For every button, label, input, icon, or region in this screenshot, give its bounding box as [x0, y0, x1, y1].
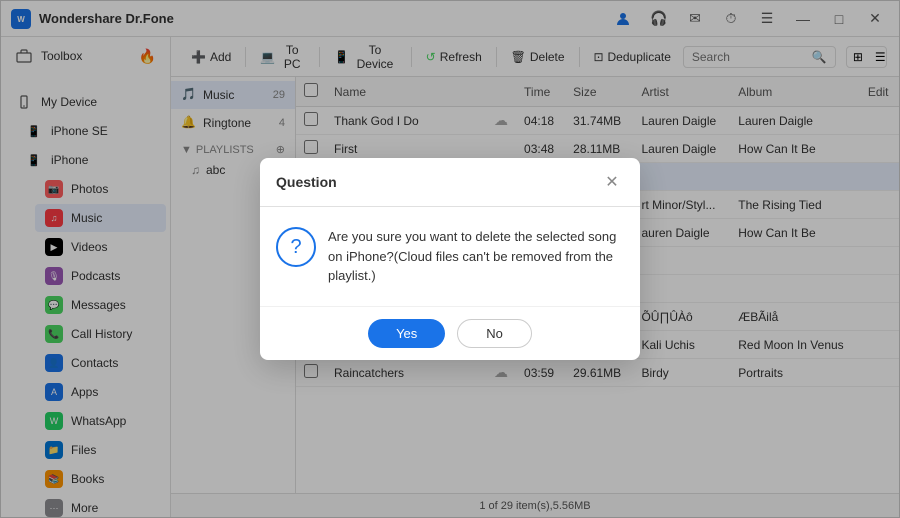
- dialog-title: Question: [276, 174, 600, 190]
- dialog-question-icon: ?: [276, 227, 316, 267]
- dialog-no-button[interactable]: No: [457, 319, 532, 348]
- dialog-header: Question ✕: [260, 158, 640, 207]
- dialog-close-button[interactable]: ✕: [600, 170, 624, 194]
- dialog-yes-button[interactable]: Yes: [368, 319, 445, 348]
- question-dialog: Question ✕ ? Are you sure you want to de…: [260, 158, 640, 360]
- dialog-message: Are you sure you want to delete the sele…: [328, 227, 624, 286]
- dialog-overlay: Question ✕ ? Are you sure you want to de…: [0, 0, 900, 518]
- dialog-footer: Yes No: [260, 306, 640, 360]
- dialog-body: ? Are you sure you want to delete the se…: [260, 207, 640, 306]
